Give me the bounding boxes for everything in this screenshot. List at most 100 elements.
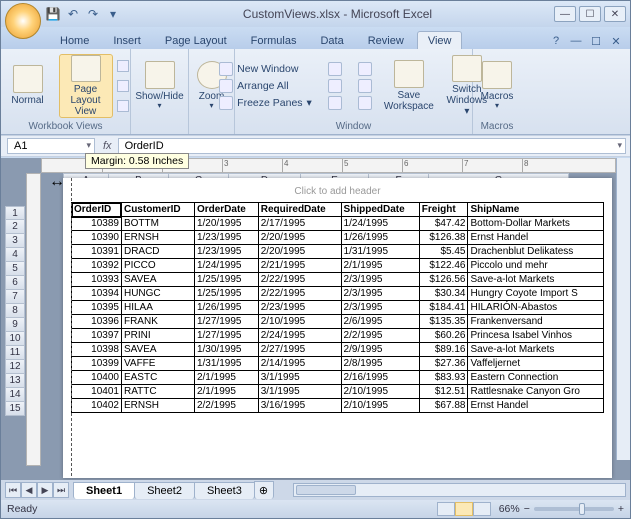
reset-window-button[interactable] [354,95,376,111]
tab-review[interactable]: Review [357,31,415,49]
page-header-placeholder[interactable]: Click to add header [63,178,612,202]
header-shipname[interactable]: ShipName [468,203,604,217]
data-table[interactable]: OrderIDCustomerIDOrderDateRequiredDateSh… [71,202,604,413]
row-headers[interactable]: 123456789101112131415 [5,206,25,416]
header-orderdate[interactable]: OrderDate [194,203,258,217]
tab-nav-last-icon[interactable]: ⏭ [53,482,69,498]
table-row[interactable]: 10391DRACD1/23/19952/20/19951/31/1995$5.… [72,245,604,259]
header-orderid[interactable]: OrderID [72,203,122,217]
scroll-thumb[interactable] [296,485,356,495]
row-9[interactable]: 9 [5,318,25,332]
table-row[interactable]: 10401RATTC2/1/19953/1/19952/10/1995$12.5… [72,385,604,399]
row-7[interactable]: 7 [5,290,25,304]
margin-guide[interactable] [71,178,72,476]
table-row[interactable]: 10399VAFFE1/31/19952/14/19952/8/1995$27.… [72,357,604,371]
table-row[interactable]: 10396FRANK1/27/19952/10/19952/6/1995$135… [72,315,604,329]
table-row[interactable]: 10392PICCO1/24/19952/21/19952/1/1995$122… [72,259,604,273]
tab-home[interactable]: Home [49,31,100,49]
save-workspace-button[interactable]: Save Workspace [384,54,434,118]
formula-bar[interactable]: OrderID [118,138,626,154]
tab-data[interactable]: Data [309,31,354,49]
split-button[interactable] [324,61,346,77]
sync-scroll-button[interactable] [354,78,376,94]
tab-nav-first-icon[interactable]: ⏮ [5,482,21,498]
normal-view-icon[interactable] [437,502,455,516]
vertical-ruler[interactable] [26,173,41,466]
header-requireddate[interactable]: RequiredDate [258,203,341,217]
page-break-view-icon[interactable] [473,502,491,516]
zoom-in-button[interactable]: + [618,503,624,515]
row-14[interactable]: 14 [5,388,25,402]
table-row[interactable]: 10393SAVEA1/25/19952/22/19952/3/1995$126… [72,273,604,287]
normal-view-button[interactable]: Normal [1,54,55,118]
fx-icon[interactable]: fx [97,140,118,152]
header-customerid[interactable]: CustomerID [121,203,194,217]
row-13[interactable]: 13 [5,374,25,388]
row-2[interactable]: 2 [5,220,25,234]
name-box[interactable]: A1 [7,138,95,154]
row-5[interactable]: 5 [5,262,25,276]
table-row[interactable]: 10402ERNSH2/2/19953/16/19952/10/1995$67.… [72,399,604,413]
table-row[interactable]: 10394HUNGC1/25/19952/22/19952/3/1995$30.… [72,287,604,301]
table-row[interactable]: 10397PRINI1/27/19952/24/19952/2/1995$60.… [72,329,604,343]
custom-views-icon[interactable] [117,80,129,92]
table-row[interactable]: 10400EASTC2/1/19953/1/19952/16/1995$83.9… [72,371,604,385]
arrange-all-button[interactable]: Arrange All [215,78,316,94]
restore-button[interactable]: ☐ [579,6,601,22]
redo-icon[interactable]: ↷ [85,6,101,22]
row-4[interactable]: 4 [5,248,25,262]
tab-formulas[interactable]: Formulas [240,31,308,49]
show-hide-button[interactable]: Show/Hide▾ [133,54,187,118]
tab-nav-next-icon[interactable]: ▶ [37,482,53,498]
row-11[interactable]: 11 [5,346,25,360]
page-layout-view-icon[interactable] [455,502,473,516]
horizontal-scrollbar[interactable] [293,483,626,497]
sheet-tab-3[interactable]: Sheet3 [194,482,255,499]
zoom-level[interactable]: 66% [499,503,520,515]
row-1[interactable]: 1 [5,206,25,220]
help-icon[interactable]: ? [548,33,564,49]
undo-icon[interactable]: ↶ [65,6,81,22]
freeze-panes-button[interactable]: Freeze Panes ▾ [215,95,316,111]
table-row[interactable]: 10398SAVEA1/30/19952/27/19952/9/1995$89.… [72,343,604,357]
row-6[interactable]: 6 [5,276,25,290]
zoom-slider-thumb[interactable] [579,503,585,515]
sheet-tab-1[interactable]: Sheet1 [73,482,135,499]
header-freight[interactable]: Freight [419,203,468,217]
row-10[interactable]: 10 [5,332,25,346]
sheet-tab-2[interactable]: Sheet2 [134,482,195,499]
page-break-preview-icon[interactable] [117,60,129,72]
table-row[interactable]: 10395HILAA1/26/19952/23/19952/3/1995$184… [72,301,604,315]
ribbon-close-icon[interactable]: ✕ [608,33,624,49]
view-side-by-side-button[interactable] [354,61,376,77]
zoom-slider[interactable] [534,507,614,511]
vertical-scrollbar[interactable] [616,158,630,460]
macros-button[interactable]: Macros▾ [476,54,518,118]
page-layout-view-button[interactable]: Page Layout View [59,54,113,118]
save-icon[interactable]: 💾 [45,6,61,22]
minimize-button[interactable]: — [554,6,576,22]
close-button[interactable]: ✕ [604,6,626,22]
qat-more-icon[interactable]: ▾ [105,6,121,22]
macros-icon [482,61,512,89]
table-row[interactable]: 10389BOTTM1/20/19952/17/19951/24/1995$47… [72,217,604,231]
ribbon-minimize-icon[interactable]: — [568,33,584,49]
tab-page-layout[interactable]: Page Layout [154,31,238,49]
new-window-button[interactable]: New Window [215,61,316,77]
header-shippeddate[interactable]: ShippedDate [341,203,419,217]
row-8[interactable]: 8 [5,304,25,318]
unhide-button[interactable] [324,95,346,111]
row-3[interactable]: 3 [5,234,25,248]
office-button[interactable] [5,3,41,39]
tab-view[interactable]: View [417,31,463,49]
insert-sheet-icon[interactable]: ⊕ [254,481,274,499]
full-screen-icon[interactable] [117,100,129,112]
hide-button[interactable] [324,78,346,94]
zoom-out-button[interactable]: − [524,503,530,515]
row-15[interactable]: 15 [5,402,25,416]
table-row[interactable]: 10390ERNSH1/23/19952/20/19951/26/1995$12… [72,231,604,245]
ribbon-restore-icon[interactable]: ☐ [588,33,604,49]
tab-nav-prev-icon[interactable]: ◀ [21,482,37,498]
tab-insert[interactable]: Insert [102,31,152,49]
row-12[interactable]: 12 [5,360,25,374]
